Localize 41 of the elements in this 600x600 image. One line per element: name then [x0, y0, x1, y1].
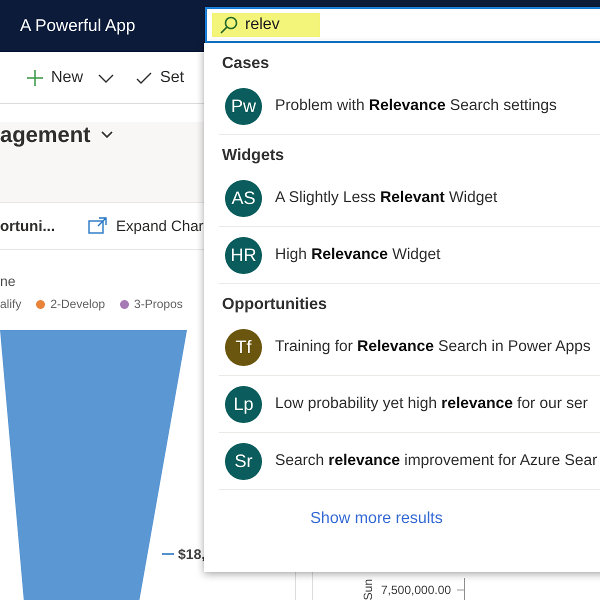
- leader-line: [162, 553, 174, 555]
- avatar: Lp: [225, 386, 262, 422]
- result-title: A Slightly Less Relevant Widget: [275, 189, 498, 207]
- legend-label: alify: [0, 297, 22, 311]
- section-heading: Opportunities: [222, 296, 328, 315]
- search-bar[interactable]: relev: [205, 7, 600, 43]
- y-axis: [457, 578, 466, 600]
- search-input[interactable]: relev: [239, 16, 445, 34]
- search-result[interactable]: Tf Training for Relevance Search in Power Apps: [219, 319, 600, 376]
- result-title: Training for Relevance Search in Power Apps: [275, 338, 591, 356]
- plus-icon: [26, 68, 44, 86]
- tick-label: 7,500,000.00: [381, 583, 452, 597]
- chart-selector[interactable]: ortuni...: [0, 218, 88, 234]
- search-result[interactable]: Pw Problem with Relevance Search settings: [219, 78, 600, 135]
- expand-icon: [88, 217, 108, 235]
- result-title: Low probability yet high relevance for our ser: [275, 395, 588, 413]
- avatar: Pw: [225, 88, 262, 124]
- set-button[interactable]: Set: [135, 68, 184, 86]
- result-title: Search relevance improvement for Azure Sear: [275, 452, 598, 470]
- result-title: Problem with Relevance Search settings: [275, 97, 557, 115]
- view-selector[interactable]: agement: [0, 122, 114, 148]
- value-label: $18,: [178, 546, 206, 562]
- section-heading: Cases: [222, 55, 270, 74]
- search-result[interactable]: HR High Relevance Widget: [219, 227, 600, 284]
- result-title: High Relevance Widget: [275, 246, 440, 264]
- search-result[interactable]: Sr Search relevance improvement for Azure Sear: [219, 433, 600, 490]
- avatar: HR: [225, 236, 262, 274]
- section-heading: Widgets: [222, 147, 286, 166]
- search-result[interactable]: AS A Slightly Less Relevant Widget: [219, 170, 600, 227]
- avatar: AS: [225, 180, 262, 216]
- search-result[interactable]: Lp Low probability yet high relevance for our ser: [219, 376, 600, 433]
- search-icon: [219, 15, 239, 35]
- new-button[interactable]: New: [26, 68, 84, 86]
- app-title: A Powerful App: [20, 16, 136, 36]
- avatar: Tf: [225, 328, 262, 366]
- expand-chart-button[interactable]: Expand Char: [88, 217, 204, 235]
- legend-label: 2-Develop: [50, 297, 106, 311]
- chart-title: ne: [0, 273, 17, 289]
- avatar: Sr: [225, 442, 262, 480]
- legend-label: 3-Propos: [134, 297, 183, 311]
- show-more-link[interactable]: Show more results: [310, 510, 443, 528]
